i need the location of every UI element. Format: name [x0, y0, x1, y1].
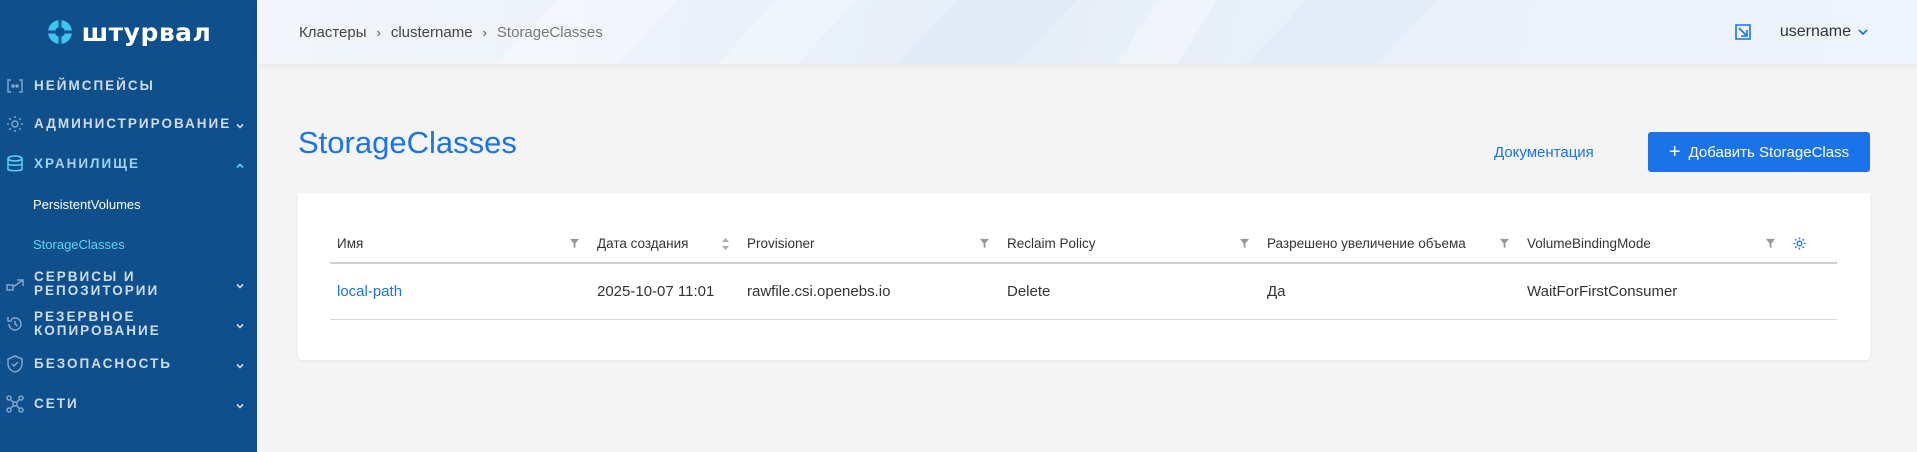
column-header-reclaim-policy[interactable]: Reclaim Policy [1000, 225, 1260, 264]
cell-reclaim-policy: Delete [1000, 263, 1260, 320]
filter-icon[interactable] [1765, 238, 1776, 249]
sidebar-item-label: СЕРВИСЫ И РЕПОЗИТОРИИ [34, 269, 160, 298]
chevron-down-icon [235, 278, 245, 289]
header-actions: username [1734, 0, 1869, 64]
sidebar-item-label: БЕЗОПАСНОСТЬ [34, 356, 172, 371]
brand-name: штурвал [81, 17, 212, 47]
add-button-label: Добавить StorageClass [1688, 143, 1850, 161]
add-storageclass-button[interactable]: + Добавить StorageClass [1648, 132, 1870, 172]
page-title: StorageClasses [298, 125, 517, 160]
sidebar-item-security[interactable]: БЕЗОПАСНОСТЬ [0, 344, 257, 384]
sidebar-nav: НЕЙМСПЕЙСЫ АДМИНИСТРИРОВАНИЕ ХРАНИЛИЩЕ P… [0, 64, 257, 424]
chevron-right-icon: › [376, 24, 381, 40]
table-row[interactable]: local-path 2025-10-07 11:01 rawfile.csi.… [330, 263, 1837, 320]
storageclasses-table: Имя Дата создания Provisioner Reclaim Po… [330, 225, 1837, 320]
external-link-icon[interactable] [1734, 23, 1752, 41]
column-header-allow-expansion[interactable]: Разрешено увеличение объема [1260, 225, 1520, 264]
column-settings-gear-icon[interactable] [1792, 236, 1807, 251]
breadcrumb-cluster[interactable]: clustername [391, 24, 473, 41]
database-icon [4, 153, 26, 175]
cell-created: 2025-10-07 11:01 [590, 263, 740, 320]
sort-icon[interactable] [721, 236, 730, 252]
documentation-link[interactable]: Документация [1494, 144, 1594, 161]
chevron-down-icon [235, 398, 245, 409]
chevron-down-icon [1858, 29, 1868, 36]
username: username [1779, 23, 1851, 40]
storageclass-link[interactable]: local-path [337, 283, 402, 300]
user-menu[interactable]: username [1780, 23, 1869, 41]
namespace-icon [4, 75, 26, 97]
filter-icon[interactable] [979, 238, 990, 249]
chevron-down-icon [235, 118, 245, 129]
breadcrumb-current: StorageClasses [496, 23, 603, 41]
breadcrumb: Кластеры › clustername › StorageClasses [299, 0, 603, 64]
sidebar-item-storage[interactable]: ХРАНИЛИЩЕ [0, 144, 257, 184]
gear-icon [4, 113, 26, 135]
table-header-row: Имя Дата создания Provisioner Reclaim Po… [330, 225, 1837, 264]
cell-volume-binding-mode: WaitForFirstConsumer [1520, 263, 1837, 320]
column-header-provisioner[interactable]: Provisioner [740, 225, 1000, 264]
sidebar-item-networks[interactable]: СЕТИ [0, 384, 257, 424]
filter-icon[interactable] [1499, 238, 1510, 249]
column-header-volume-binding-mode[interactable]: VolumeBindingMode [1520, 225, 1837, 264]
chevron-right-icon: › [482, 24, 487, 40]
sidebar-item-label: СЕТИ [34, 396, 79, 411]
network-icon [4, 393, 26, 415]
cell-allow-expansion: Да [1260, 263, 1520, 320]
column-header-name[interactable]: Имя [330, 225, 590, 264]
chevron-down-icon [235, 318, 245, 329]
chevron-up-icon [235, 158, 245, 169]
breadcrumb-clusters[interactable]: Кластеры [299, 24, 367, 41]
filter-icon[interactable] [1239, 238, 1250, 249]
sidebar-subitem-storageclasses[interactable]: StorageClasses [0, 224, 257, 264]
column-header-created[interactable]: Дата создания [590, 225, 740, 264]
backup-icon [4, 313, 26, 335]
sidebar-item-administration[interactable]: АДМИНИСТРИРОВАНИЕ [0, 104, 257, 144]
sidebar: штурвал НЕЙМСПЕЙСЫ АДМИНИСТРИРОВАНИЕ ХРА… [0, 0, 257, 452]
sidebar-item-label: НЕЙМСПЕЙСЫ [34, 78, 155, 93]
top-header: Кластеры › clustername › StorageClasses … [257, 0, 1917, 64]
shield-icon [4, 353, 26, 375]
header-actions [1765, 236, 1807, 251]
cell-name[interactable]: local-path [330, 263, 590, 320]
sidebar-item-backup[interactable]: РЕЗЕРВНОЕ КОПИРОВАНИЕ [0, 304, 257, 344]
filter-icon[interactable] [569, 238, 580, 249]
cell-provisioner: rawfile.csi.openebs.io [740, 263, 1000, 320]
sidebar-subitem-persistentvolumes[interactable]: PersistentVolumes [0, 184, 257, 224]
brand-logo[interactable]: штурвал [0, 0, 257, 64]
chevron-down-icon [235, 358, 245, 369]
helm-logo-icon [47, 20, 72, 44]
sidebar-item-label: АДМИНИСТРИРОВАНИЕ [34, 116, 232, 131]
sidebar-item-label: РЕЗЕРВНОЕ КОПИРОВАНИЕ [34, 309, 161, 338]
sidebar-item-namespaces[interactable]: НЕЙМСПЕЙСЫ [0, 66, 257, 106]
table-card: Имя Дата создания Provisioner Reclaim Po… [298, 193, 1870, 360]
sidebar-item-services[interactable]: СЕРВИСЫ И РЕПОЗИТОРИИ [0, 264, 257, 304]
services-icon [4, 273, 26, 295]
sidebar-item-label: ХРАНИЛИЩЕ [34, 156, 140, 171]
plus-icon: + [1668, 141, 1681, 163]
